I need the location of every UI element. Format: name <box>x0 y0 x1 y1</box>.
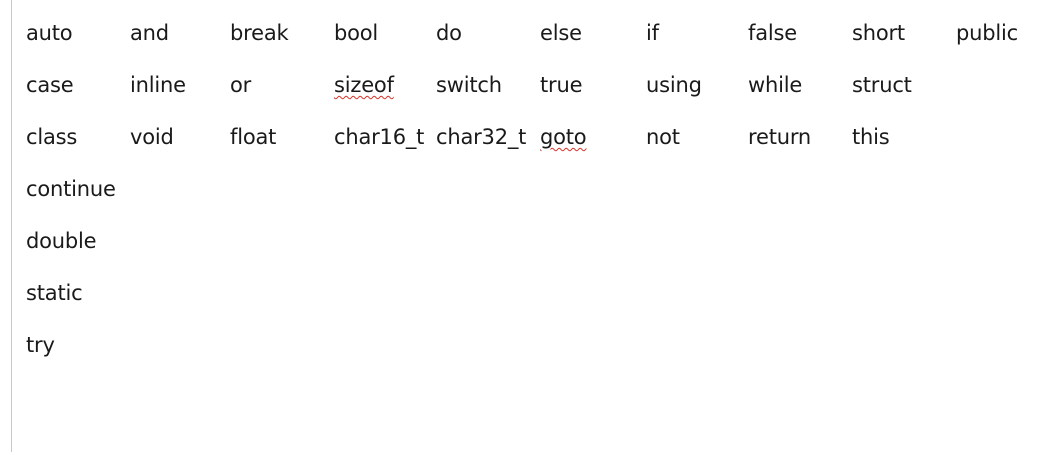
document-area[interactable]: auto and break bool do else if false sho… <box>0 0 1052 455</box>
word[interactable]: class <box>26 124 130 150</box>
word[interactable]: this <box>852 124 956 150</box>
text-line: case inline or sizeof switch true using … <box>26 72 1036 124</box>
word[interactable]: static <box>26 280 130 306</box>
word[interactable]: case <box>26 72 130 98</box>
word[interactable]: short <box>852 20 956 46</box>
word[interactable]: continue <box>26 176 130 202</box>
word[interactable]: public <box>956 20 1036 46</box>
word[interactable]: false <box>748 20 852 46</box>
word[interactable]: return <box>748 124 852 150</box>
word[interactable]: switch <box>436 72 540 98</box>
word[interactable]: while <box>748 72 852 98</box>
word[interactable]: auto <box>26 20 130 46</box>
word[interactable]: void <box>130 124 230 150</box>
left-margin-guide <box>11 0 12 452</box>
word[interactable]: true <box>540 72 646 98</box>
word[interactable]: else <box>540 20 646 46</box>
word[interactable]: char32_t <box>436 124 540 150</box>
text-line: auto and break bool do else if false sho… <box>26 20 1036 72</box>
word[interactable]: not <box>646 124 748 150</box>
word[interactable]: struct <box>852 72 956 98</box>
word[interactable]: char16_t <box>334 124 436 150</box>
word[interactable]: break <box>230 20 334 46</box>
text-line: double <box>26 228 1036 280</box>
word[interactable]: using <box>646 72 748 98</box>
keyword-table: auto and break bool do else if false sho… <box>26 20 1036 384</box>
word[interactable]: inline <box>130 72 230 98</box>
word[interactable]: if <box>646 20 748 46</box>
text-line: class void float char16_t char32_t goto … <box>26 124 1036 176</box>
word[interactable]: try <box>26 332 130 358</box>
word[interactable]: float <box>230 124 334 150</box>
text-line: continue <box>26 176 1036 228</box>
word[interactable]: bool <box>334 20 436 46</box>
word[interactable]: and <box>130 20 230 46</box>
word[interactable]: or <box>230 72 334 98</box>
text-line: try <box>26 332 1036 384</box>
word[interactable]: double <box>26 228 130 254</box>
misspelled-word[interactable]: goto <box>540 124 646 150</box>
misspelled-word[interactable]: sizeof <box>334 72 436 98</box>
word[interactable]: do <box>436 20 540 46</box>
text-line: static <box>26 280 1036 332</box>
